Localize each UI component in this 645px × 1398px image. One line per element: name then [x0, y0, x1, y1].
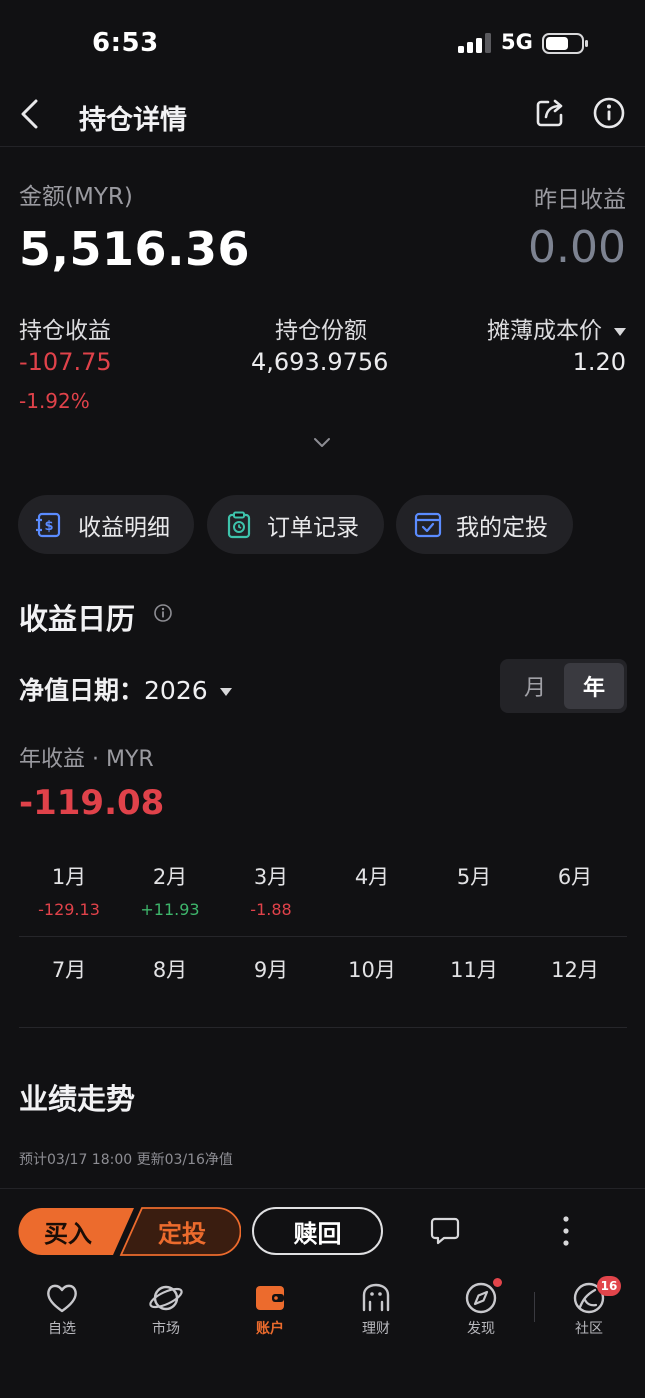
month-name: 7月 [51, 958, 87, 982]
holding-share-label: 持仓份额 [275, 318, 367, 344]
buy-button[interactable]: 买入 [18, 1207, 118, 1256]
month-name: 8月 [152, 958, 188, 982]
profit-calendar-title: 收益日历 [19, 602, 136, 636]
performance-title: 业绩走势 [19, 1082, 136, 1116]
holding-profit-percent: -1.92% [19, 389, 90, 413]
order-history-label: 订单记录 [267, 514, 359, 541]
year-profit-value: -119.08 [19, 783, 165, 823]
month-name: 4月 [354, 865, 390, 889]
month-cell[interactable]: 3月 -1.88 [220, 861, 322, 919]
month-name: 3月 [253, 865, 289, 889]
tab-year[interactable]: 年 [564, 663, 624, 709]
svg-text:$: $ [44, 519, 53, 534]
holding-profit-value: -107.75 [19, 348, 112, 376]
month-name: 1月 [51, 865, 87, 889]
page-title: 持仓详情 [79, 105, 187, 136]
header-divider [0, 146, 645, 147]
caret-down-icon [219, 688, 232, 696]
month-cell[interactable]: 5月 [423, 861, 525, 891]
month-value: -1.88 [250, 900, 292, 919]
month-cell[interactable]: 9月 [220, 954, 322, 984]
holding-share-value: 4,693.9756 [251, 348, 389, 376]
tab-separator [534, 1292, 535, 1322]
caret-down-icon [614, 327, 626, 336]
nav-date-value: 2026 [144, 676, 208, 705]
yesterday-profit-label: 昨日收益 [534, 187, 626, 213]
year-profit-label: 年收益 · MYR [19, 747, 154, 772]
calendar-check-icon [414, 512, 442, 537]
month-name: 5月 [456, 865, 492, 889]
month-cell[interactable]: 6月 [524, 861, 626, 891]
status-time: 6:53 [92, 28, 159, 58]
amount-label: 金额(MYR) [19, 184, 133, 210]
tab-label: 社区 [575, 1321, 603, 1337]
nav-date-selector[interactable]: 净值日期：2026 [19, 671, 232, 707]
amount-value: 5,516.36 [19, 222, 250, 276]
my-plan-label: 我的定投 [456, 514, 548, 541]
month-name: 9月 [253, 958, 289, 982]
info-icon[interactable] [593, 97, 625, 129]
profit-detail-label: 收益明细 [78, 514, 170, 541]
month-cell[interactable]: 12月 [524, 954, 626, 984]
community-badge: 16 [597, 1276, 621, 1296]
position-detail-screen: 6:53 5G 持仓详情 金额(MYR) 5,516.36 昨日收益 0.00 … [0, 0, 645, 1398]
month-cell[interactable]: 4月 [321, 861, 423, 891]
tab-label: 发现 [467, 1321, 495, 1337]
month-row-divider [19, 936, 627, 937]
dollar-doc-icon: $ [36, 512, 61, 537]
heart-icon [47, 1284, 77, 1313]
profit-detail-button[interactable]: $ 收益明细 [18, 495, 194, 554]
my-plan-button[interactable]: 我的定投 [396, 495, 573, 554]
month-value: +11.93 [140, 900, 200, 919]
plan-button[interactable]: 定投 [128, 1207, 236, 1256]
tab-watchlist[interactable]: 自选 [17, 1280, 107, 1338]
month-cell[interactable]: 7月 [18, 954, 120, 984]
cost-price-value: 1.20 [572, 348, 626, 376]
month-cell[interactable]: 1月 -129.13 [18, 861, 120, 919]
redeem-button[interactable]: 赎回 [252, 1207, 383, 1255]
tab-account[interactable]: 账户 [225, 1280, 315, 1338]
tab-label: 理财 [362, 1321, 390, 1337]
cost-price-selector[interactable]: 摊薄成本价 [487, 311, 626, 345]
expand-chevron-icon[interactable] [313, 437, 331, 449]
month-value: -129.13 [38, 900, 100, 919]
tab-market[interactable]: 市场 [121, 1280, 211, 1338]
wallet-icon [256, 1286, 284, 1310]
yesterday-profit-value: 0.00 [528, 222, 626, 273]
tab-label: 市场 [152, 1321, 180, 1337]
info-icon[interactable] [153, 603, 173, 623]
month-name: 10月 [348, 958, 396, 982]
month-name: 2月 [152, 865, 188, 889]
month-name: 12月 [551, 958, 599, 982]
tab-label: 自选 [48, 1321, 76, 1337]
planet-icon [149, 1285, 183, 1311]
month-cell[interactable]: 2月 +11.93 [119, 861, 221, 919]
more-vertical-icon[interactable] [559, 1214, 573, 1248]
month-cell[interactable]: 11月 [423, 954, 525, 984]
clipboard-icon [227, 511, 251, 538]
network-type: 5G [501, 30, 533, 54]
signal-icon [458, 33, 491, 53]
battery-icon [542, 33, 588, 54]
nav-date-label: 净值日期： [19, 676, 145, 705]
cost-price-label: 摊薄成本价 [487, 318, 602, 344]
month-name: 11月 [450, 958, 498, 982]
back-arrow-icon[interactable] [18, 98, 42, 130]
tab-discover[interactable]: 发现 [436, 1280, 526, 1338]
month-cell[interactable]: 8月 [119, 954, 221, 984]
action-bar-divider [0, 1188, 645, 1189]
nav-update-note: 预计03/17 18:00 更新03/16净值 [19, 1152, 233, 1168]
month-cell[interactable]: 10月 [321, 954, 423, 984]
piggy-icon [362, 1283, 390, 1312]
tab-wealth[interactable]: 理财 [331, 1280, 421, 1338]
holding-profit-label: 持仓收益 [19, 318, 111, 344]
calendar-bottom-divider [19, 1027, 627, 1028]
share-icon[interactable] [534, 97, 566, 129]
month-name: 6月 [557, 865, 593, 889]
order-history-button[interactable]: 订单记录 [207, 495, 384, 554]
chat-bubble-icon[interactable] [430, 1216, 460, 1246]
notification-dot [493, 1278, 502, 1287]
tab-month[interactable]: 月 [509, 663, 561, 709]
tab-label: 账户 [256, 1321, 284, 1337]
